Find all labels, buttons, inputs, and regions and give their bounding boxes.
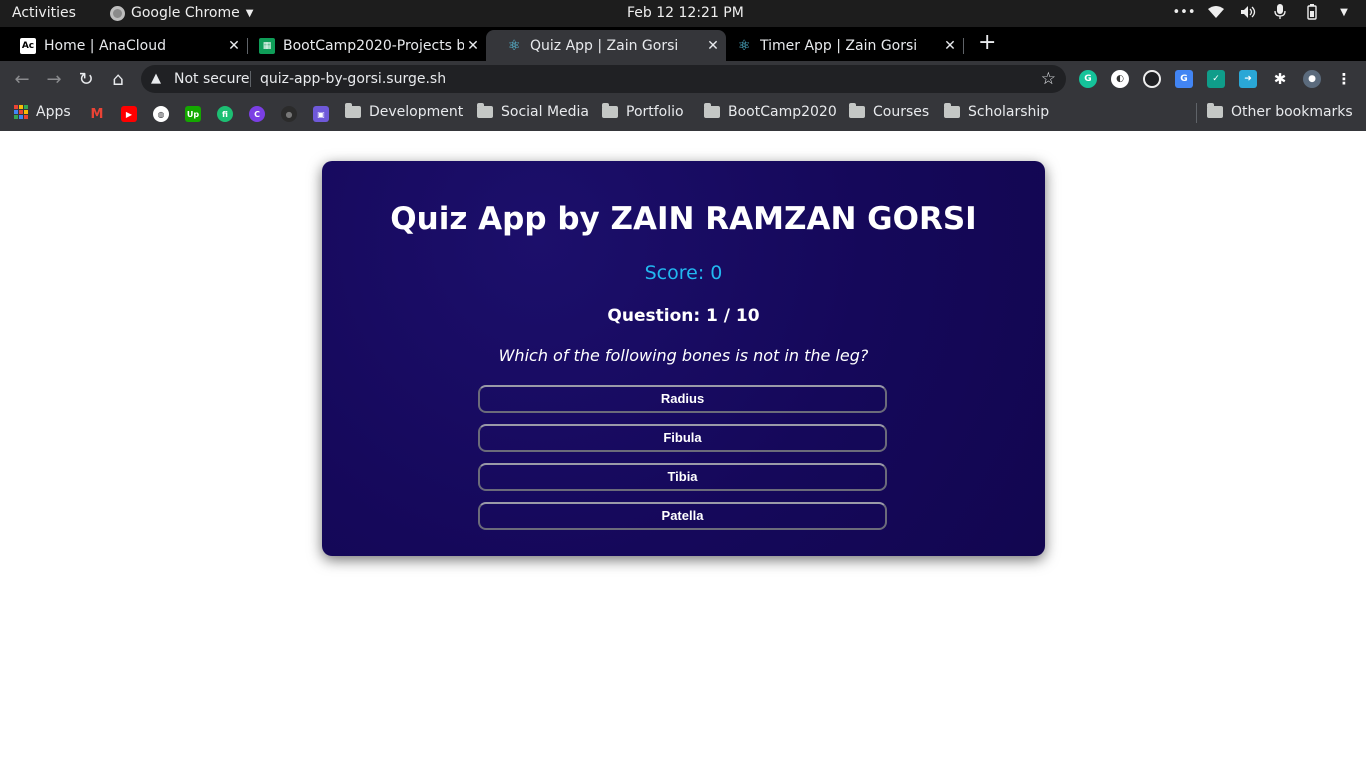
tab-strip: Ac Home | AnaCloud ✕ ▦ BootCamp2020-Proj…: [0, 27, 1366, 61]
react-icon: ⚛: [507, 37, 521, 54]
answer-option-fibula[interactable]: Fibula: [478, 424, 887, 452]
anacloud-icon: Ac: [20, 37, 36, 54]
caret-down-icon: ▼: [245, 7, 254, 19]
bookmark-folder-bootcamp2020[interactable]: BootCamp2020: [704, 103, 837, 120]
warning-icon[interactable]: ▲: [151, 71, 161, 86]
quiz-card: Quiz App by ZAIN RAMZAN GORSI Score: 0 Q…: [322, 161, 1045, 556]
fiverr-icon[interactable]: fi: [217, 106, 233, 122]
url-text[interactable]: quiz-app-by-gorsi.surge.sh: [260, 71, 446, 87]
browser-toolbar: ← → ↻ ⌂ ▲ Not secure quiz-app-by-gorsi.s…: [0, 61, 1366, 97]
bookmark-star-icon[interactable]: ☆: [1041, 69, 1056, 89]
tab-bootcamp-projects[interactable]: ▦ BootCamp2020-Projects b ✕: [239, 30, 486, 61]
bookmark-label: BootCamp2020: [728, 104, 837, 120]
bookmarks-separator: [1196, 103, 1197, 123]
answer-option-patella[interactable]: Patella: [478, 502, 887, 530]
back-button[interactable]: ←: [10, 67, 34, 91]
bookmark-label: Other bookmarks: [1231, 104, 1353, 120]
folder-icon: [477, 103, 493, 118]
bookmark-label: Portfolio: [626, 104, 684, 120]
sheets-icon: ▦: [259, 37, 275, 54]
app-name: Google Chrome: [131, 5, 240, 21]
folder-icon: [944, 103, 960, 118]
extension-arrow-icon[interactable]: ➜: [1239, 70, 1257, 88]
app-menu[interactable]: Google Chrome ▼: [110, 5, 253, 21]
question-counter: Question: 1 / 10: [607, 306, 760, 326]
bookmark-folder-other[interactable]: Other bookmarks: [1207, 103, 1353, 120]
system-top-bar: Activities Google Chrome ▼ Feb 12 12:21 …: [0, 0, 1366, 27]
score-display: Score: 0: [644, 262, 723, 284]
chrome-icon: [110, 5, 125, 21]
react-icon: ⚛: [737, 37, 751, 54]
profile-avatar[interactable]: ●: [1303, 70, 1321, 88]
power-menu-icon[interactable]: ▼: [1336, 4, 1352, 20]
omnibox-divider: [250, 71, 251, 87]
bookmark-folder-scholarship[interactable]: Scholarship: [944, 103, 1050, 120]
activities-button[interactable]: Activities: [12, 5, 76, 21]
bookmark-label: Courses: [873, 104, 930, 120]
apps-grid-icon: [14, 105, 28, 119]
tab-quiz-app[interactable]: ⚛ Quiz App | Zain Gorsi ✕: [486, 30, 726, 61]
reload-button[interactable]: ↻: [74, 67, 98, 91]
folder-icon: [345, 103, 361, 118]
folder-icon: [849, 103, 865, 118]
battery-icon[interactable]: [1304, 4, 1320, 20]
security-label[interactable]: Not secure: [174, 71, 250, 87]
clock[interactable]: Feb 12 12:21 PM: [627, 5, 744, 21]
quiz-title: Quiz App by ZAIN RAMZAN GORSI: [390, 201, 977, 237]
extension-ring-icon[interactable]: [1143, 70, 1161, 88]
forward-button[interactable]: →: [42, 67, 66, 91]
tab-home-anacloud[interactable]: Ac Home | AnaCloud ✕: [0, 30, 248, 61]
google-translate-icon[interactable]: G: [1175, 70, 1193, 88]
extensions-puzzle-icon[interactable]: ✱: [1271, 70, 1289, 88]
bookmark-label: Apps: [36, 104, 71, 120]
tab-separator: [963, 38, 964, 54]
address-bar[interactable]: ▲ Not secure quiz-app-by-gorsi.surge.sh …: [141, 65, 1066, 93]
system-tray[interactable]: ••• ▼: [1173, 4, 1352, 20]
extension-check-icon[interactable]: ✓: [1207, 70, 1225, 88]
tab-title: Timer App | Zain Gorsi: [760, 37, 918, 54]
youtube-icon[interactable]: ▶: [121, 106, 137, 122]
new-tab-button[interactable]: +: [978, 31, 996, 55]
globe-icon[interactable]: ◍: [153, 106, 169, 122]
folder-icon: [1207, 103, 1223, 118]
tab-title: BootCamp2020-Projects b: [283, 37, 464, 54]
more-icon[interactable]: •••: [1173, 4, 1196, 20]
microphone-icon[interactable]: [1272, 4, 1288, 20]
bookmark-apps[interactable]: Apps: [14, 104, 71, 120]
folder-icon: [602, 103, 618, 118]
extension-circle-icon[interactable]: ◐: [1111, 70, 1129, 88]
upwork-icon[interactable]: Up: [185, 106, 201, 122]
coursera-icon[interactable]: C: [249, 106, 265, 122]
wifi-icon[interactable]: [1208, 4, 1224, 20]
grammarly-icon[interactable]: G: [1079, 70, 1097, 88]
home-button[interactable]: ⌂: [106, 67, 130, 91]
question-text: Which of the following bones is not in t…: [498, 346, 869, 365]
bookmarks-bar: Apps M ▶ ◍ Up fi C ● ▣ Development Socia…: [0, 97, 1366, 131]
bookmark-label: Scholarship: [968, 104, 1050, 120]
tab-title: Quiz App | Zain Gorsi: [530, 37, 679, 54]
tab-timer-app[interactable]: ⚛ Timer App | Zain Gorsi ✕: [716, 30, 964, 61]
close-tab-icon[interactable]: ✕: [464, 38, 482, 54]
bookmark-folder-development[interactable]: Development: [345, 103, 464, 120]
gmail-icon[interactable]: M: [89, 106, 105, 122]
menu-kebab-icon[interactable]: ⋮: [1335, 70, 1353, 88]
bookmark-folder-social-media[interactable]: Social Media: [477, 103, 590, 120]
bookmark-app-icon[interactable]: ▣: [313, 106, 329, 122]
bookmark-folder-courses[interactable]: Courses: [849, 103, 930, 120]
tab-title: Home | AnaCloud: [44, 37, 166, 54]
close-tab-icon[interactable]: ✕: [941, 38, 959, 54]
answer-option-tibia[interactable]: Tibia: [478, 463, 887, 491]
answer-option-radius[interactable]: Radius: [478, 385, 887, 413]
folder-icon: [704, 103, 720, 118]
volume-icon[interactable]: [1240, 4, 1256, 20]
bookmark-label: Development: [369, 104, 464, 120]
bookmark-label: Social Media: [501, 104, 590, 120]
bookmark-folder-portfolio[interactable]: Portfolio: [602, 103, 684, 120]
github-icon[interactable]: ●: [281, 106, 297, 122]
